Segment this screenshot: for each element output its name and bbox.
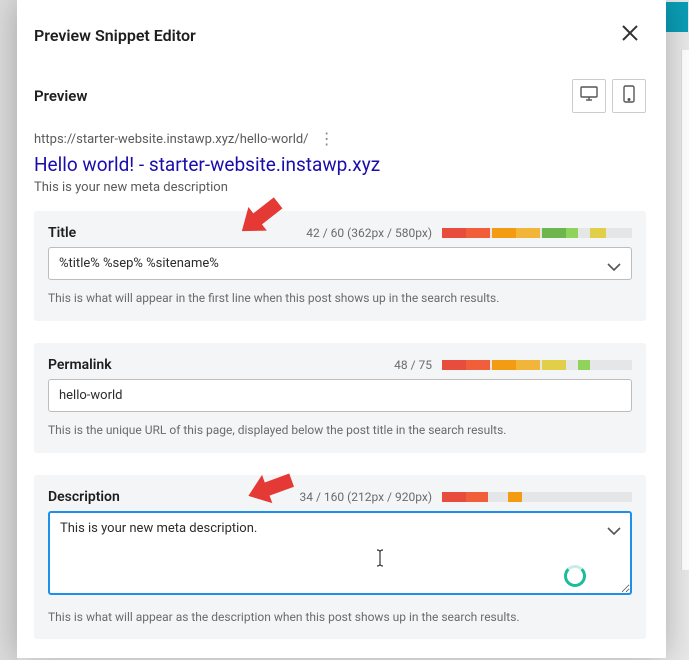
title-field-card: Title 42 / 60 (362px / 580px) [34,211,646,321]
device-toggle-group [572,79,646,113]
background-accent [665,2,688,32]
permalink-length-meter [442,360,632,370]
permalink-label: Permalink [48,357,112,373]
permalink-input[interactable] [48,379,632,412]
snippet-url-row: https://starter-website.instawp.xyz/hell… [34,131,646,147]
description-input[interactable] [48,511,632,595]
description-label: Description [48,489,120,505]
close-icon[interactable] [619,22,641,48]
chevron-down-icon[interactable] [606,521,622,540]
title-input[interactable] [48,247,632,280]
modal-body: Preview https://starte [17,60,666,658]
snippet-url: https://starter-website.instawp.xyz/hell… [34,132,309,147]
modal-header: Preview Snippet Editor [17,0,666,60]
desktop-preview-button[interactable] [572,79,606,113]
chevron-down-icon[interactable] [606,257,622,276]
desktop-icon [580,86,598,106]
description-length-meter [442,492,632,502]
preview-snippet-editor-modal: Preview Snippet Editor Preview [17,0,666,658]
permalink-helper-text: This is the unique URL of this page, dis… [48,422,632,439]
mobile-icon [623,85,635,107]
mobile-preview-button[interactable] [612,79,646,113]
snippet-description: This is your new meta description [34,180,646,195]
title-length-meter [442,228,632,238]
title-label: Title [48,225,76,241]
modal-title: Preview Snippet Editor [34,26,196,45]
permalink-counter: 48 / 75 [394,358,432,372]
side-panel-peek [681,50,689,570]
preview-header-row: Preview [34,61,646,117]
snippet-preview: https://starter-website.instawp.xyz/hell… [34,117,646,211]
snippet-title-link[interactable]: Hello world! - starter-website.instawp.x… [34,153,646,176]
title-helper-text: This is what will appear in the first li… [48,290,632,307]
description-counter: 34 / 160 (212px / 920px) [300,490,432,504]
background-scrim [0,0,18,660]
preview-label: Preview [34,87,87,105]
permalink-field-card: Permalink 48 / 75 [34,343,646,453]
title-counter: 42 / 60 (362px / 580px) [306,226,432,240]
description-field-card: Description 34 / 160 (212px / 920px) [34,475,646,640]
loading-spinner-icon [564,565,586,587]
kebab-icon[interactable]: ⋮ [319,131,335,147]
description-helper-text: This is what will appear as the descript… [48,609,632,626]
